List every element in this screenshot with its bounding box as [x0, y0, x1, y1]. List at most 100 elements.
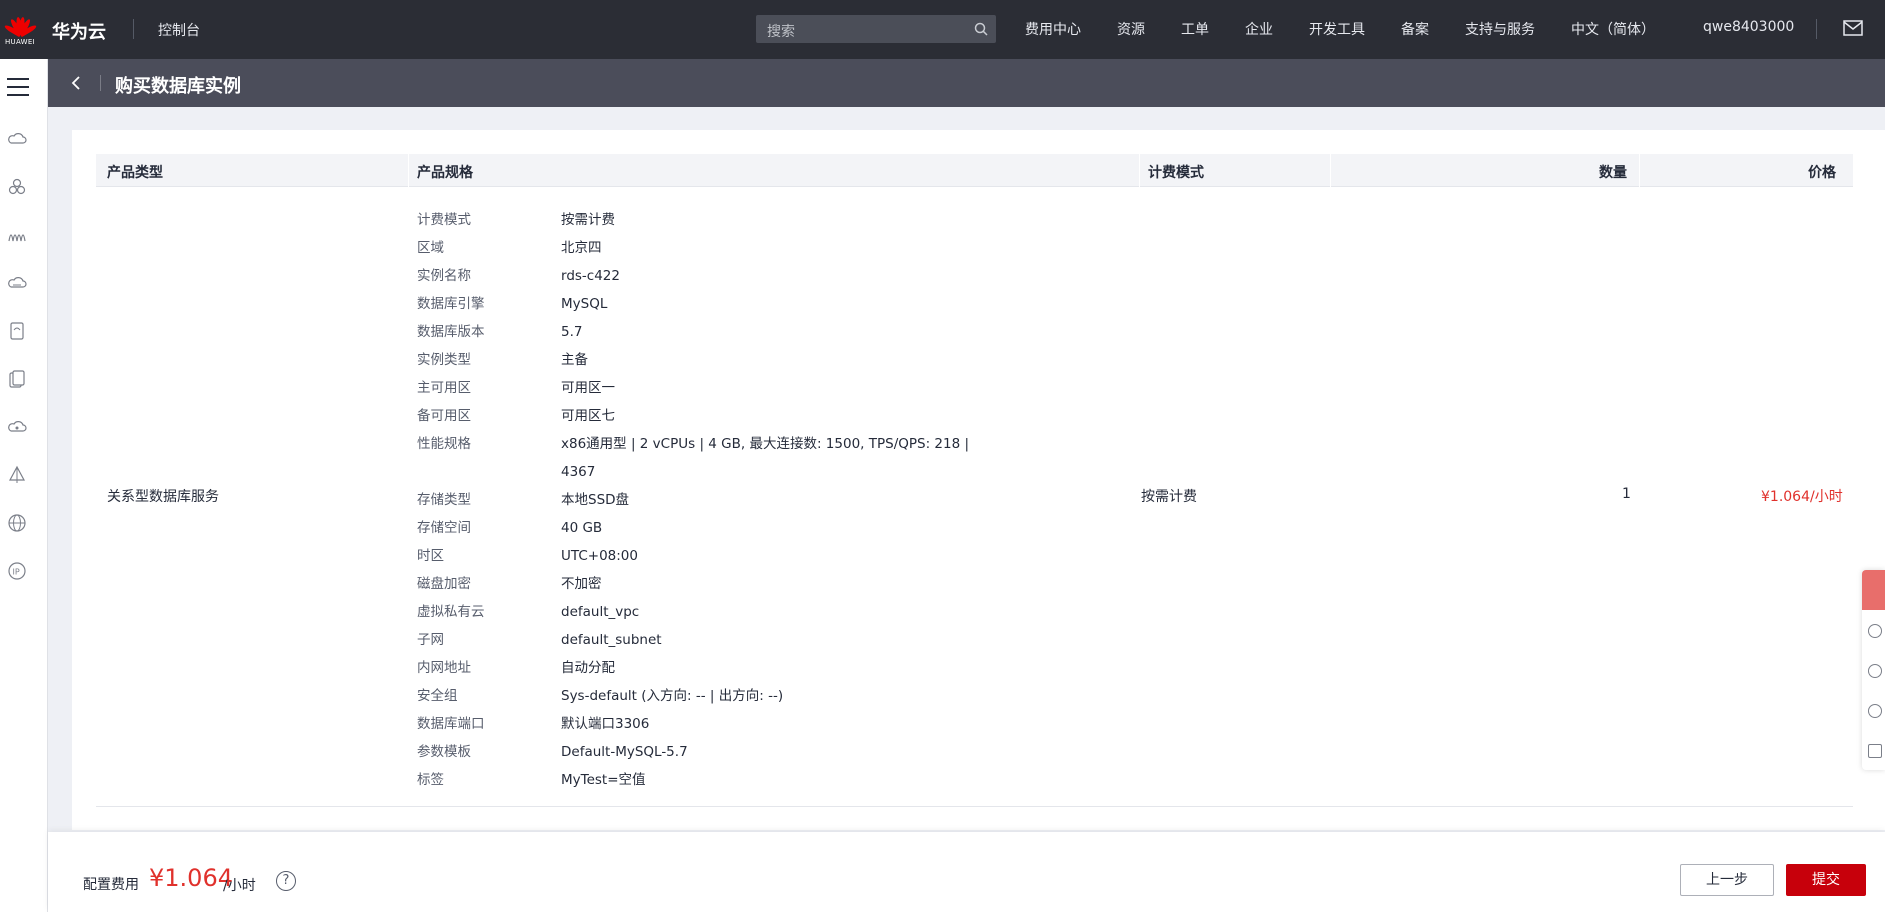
order-summary-card: 产品类型 产品规格 计费模式 数量 价格 关系型数据库服务 按需计费 1 ¥1.… — [72, 130, 1885, 830]
nav-enterprise[interactable]: 企业 — [1245, 19, 1273, 39]
ip-icon[interactable]: IP — [7, 561, 27, 581]
disk-icon[interactable] — [7, 321, 27, 341]
fee-unit: /小时 — [223, 878, 256, 894]
spec-value: 自动分配 — [561, 660, 615, 676]
user-account[interactable]: qwe8403000 — [1703, 19, 1794, 35]
spec-label: 实例名称 — [417, 268, 471, 284]
spec-label: 性能规格 — [417, 436, 471, 452]
spec-value: 可用区一 — [561, 380, 615, 396]
submit-button[interactable]: 提交 — [1786, 864, 1866, 896]
spec-label: 磁盘加密 — [417, 576, 471, 592]
fee-label: 配置费用 — [83, 877, 139, 893]
divider — [1330, 154, 1331, 187]
spec-value: MyTest=空值 — [561, 772, 646, 788]
network-icon[interactable] — [7, 225, 27, 245]
spec-value: 按需计费 — [561, 212, 615, 228]
spec-value: UTC+08:00 — [561, 548, 638, 564]
huawei-petals-icon — [3, 13, 38, 38]
spec-value: default_subnet — [561, 632, 662, 648]
spec-value: Default-MySQL-5.7 — [561, 744, 688, 760]
headset-icon[interactable] — [1868, 664, 1882, 678]
fee-amount: ¥1.064 — [149, 864, 233, 892]
spec-value: rds-c422 — [561, 268, 620, 284]
nav-tickets[interactable]: 工单 — [1181, 19, 1209, 39]
help-icon[interactable] — [1868, 704, 1882, 718]
spec-value: 不加密 — [561, 576, 602, 592]
cloud-storage-icon[interactable] — [7, 273, 27, 293]
spec-label: 虚拟私有云 — [417, 604, 485, 620]
cloud-server-icon[interactable] — [7, 129, 27, 149]
spec-label: 数据库版本 — [417, 324, 485, 340]
spec-label: 区域 — [417, 240, 444, 256]
divider — [96, 806, 1853, 807]
spec-label: 实例类型 — [417, 352, 471, 368]
logo-word: HUAWEI — [4, 38, 35, 46]
pyramid-icon[interactable] — [7, 465, 27, 485]
globe-icon[interactable] — [7, 513, 27, 533]
nav-billing-center[interactable]: 费用中心 — [1025, 19, 1081, 39]
table-header: 产品类型 产品规格 计费模式 数量 价格 — [96, 154, 1853, 187]
nav-icp[interactable]: 备案 — [1401, 19, 1429, 39]
spec-value: default_vpc — [561, 604, 640, 620]
edit-icon[interactable] — [1868, 744, 1882, 758]
spec-label: 存储类型 — [417, 492, 471, 508]
nav-dev-tools[interactable]: 开发工具 — [1309, 19, 1365, 39]
mail-icon[interactable] — [1843, 20, 1863, 36]
spec-value: 本地SSD盘 — [561, 492, 630, 508]
spec-label: 子网 — [417, 632, 444, 648]
console-link[interactable]: 控制台 — [158, 20, 200, 40]
spec-label: 安全组 — [417, 688, 458, 704]
svg-text:IP: IP — [13, 568, 20, 577]
col-product-spec: 产品规格 — [417, 165, 473, 181]
divider — [1816, 19, 1817, 39]
spec-label: 备可用区 — [417, 408, 471, 424]
spec-value: Sys-default (入方向: -- | 出方向: --) — [561, 688, 784, 704]
spec-value: MySQL — [561, 296, 608, 312]
top-nav-links: 费用中心 资源 工单 企业 开发工具 备案 支持与服务 中文（简体） — [1025, 19, 1691, 39]
cloud-sync-icon[interactable] — [7, 417, 27, 437]
spec-value: 默认端口3306 — [561, 716, 650, 732]
spec-label: 数据库端口 — [417, 716, 485, 732]
spec-label: 时区 — [417, 548, 444, 564]
nav-support[interactable]: 支持与服务 — [1465, 19, 1535, 39]
spec-label: 标签 — [417, 772, 444, 788]
nav-resources[interactable]: 资源 — [1117, 19, 1145, 39]
brand-name[interactable]: 华为云 — [52, 18, 106, 44]
spec-value: 40 GB — [561, 520, 603, 536]
row-price: ¥1.064/小时 — [1761, 489, 1843, 505]
row-product-type: 关系型数据库服务 — [107, 489, 219, 505]
top-navbar: HUAWEI 华为云 控制台 搜索 费用中心 资源 工单 企业 开发工具 备案 … — [0, 0, 1885, 59]
spec-value: 主备 — [561, 352, 588, 368]
feedback-icon[interactable] — [1868, 624, 1882, 638]
search-placeholder: 搜索 — [767, 24, 795, 40]
col-quantity: 数量 — [1599, 165, 1627, 181]
search-icon[interactable] — [974, 22, 988, 36]
page-header-bar: 购买数据库实例 — [48, 59, 1885, 107]
question-icon[interactable]: ? — [276, 871, 296, 891]
divider — [408, 154, 409, 187]
divider — [1639, 154, 1640, 187]
divider — [100, 75, 101, 91]
divider — [1139, 154, 1140, 187]
spec-label: 参数模板 — [417, 744, 471, 760]
spec-label: 存储空间 — [417, 520, 471, 536]
spec-label: 数据库引擎 — [417, 296, 485, 312]
spec-label: 主可用区 — [417, 380, 471, 396]
nav-language[interactable]: 中文（简体） — [1571, 19, 1655, 39]
spec-value: 可用区七 — [561, 408, 615, 424]
page-title: 购买数据库实例 — [115, 76, 241, 97]
footer-bar: 配置费用 ¥1.064 /小时 ? 上一步 提交 — [48, 832, 1885, 912]
floating-toolbar — [1862, 570, 1885, 770]
chat-icon[interactable] — [1862, 570, 1885, 610]
row-quantity: 1 — [1622, 486, 1631, 502]
search-input[interactable]: 搜索 — [756, 15, 996, 43]
back-arrow-icon[interactable] — [68, 74, 86, 92]
col-billing-mode: 计费模式 — [1148, 165, 1204, 181]
menu-icon[interactable] — [7, 78, 29, 96]
huawei-logo[interactable]: HUAWEI — [0, 0, 40, 59]
previous-step-button[interactable]: 上一步 — [1680, 864, 1774, 896]
spec-label: 内网地址 — [417, 660, 471, 676]
cluster-icon[interactable] — [7, 177, 27, 197]
col-price: 价格 — [1808, 165, 1836, 181]
backup-icon[interactable] — [7, 369, 27, 389]
